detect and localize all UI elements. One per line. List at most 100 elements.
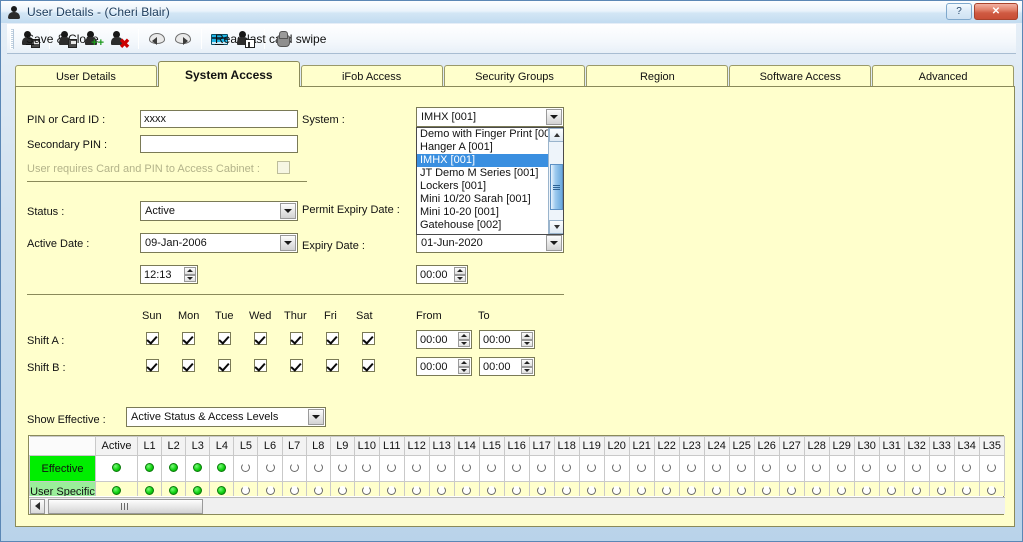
stepper-buttons[interactable] xyxy=(184,267,196,282)
access-cell[interactable] xyxy=(828,481,855,496)
access-dot[interactable] xyxy=(887,485,897,495)
read-last-card-swipe-button[interactable]: Read last card swipe xyxy=(207,27,326,51)
stepper-buttons[interactable] xyxy=(454,267,466,282)
access-cell[interactable] xyxy=(628,455,655,482)
access-cell[interactable] xyxy=(257,481,283,496)
access-cell[interactable] xyxy=(503,481,530,496)
shift-b-sun-checkbox[interactable] xyxy=(146,359,159,372)
stepper-buttons[interactable] xyxy=(458,332,470,347)
system-option-1[interactable]: Hanger A [001] xyxy=(417,141,563,154)
access-cell[interactable] xyxy=(94,455,139,482)
access-cell[interactable] xyxy=(553,455,580,482)
access-cell[interactable] xyxy=(305,481,331,496)
system-option-7[interactable]: Gatehouse [002] xyxy=(417,219,563,232)
shift-b-tue-checkbox[interactable] xyxy=(218,359,231,372)
access-dot[interactable] xyxy=(812,485,822,495)
access-dot[interactable] xyxy=(313,485,323,495)
shift-b-sat-checkbox[interactable] xyxy=(362,359,375,372)
access-dot[interactable] xyxy=(562,485,572,495)
access-dot[interactable] xyxy=(837,462,847,472)
scrollbar-thumb[interactable] xyxy=(48,498,203,514)
access-dot[interactable] xyxy=(145,462,155,472)
access-dot[interactable] xyxy=(362,485,372,495)
access-dot[interactable] xyxy=(537,485,547,495)
access-dot[interactable] xyxy=(687,485,697,495)
access-cell[interactable] xyxy=(281,481,307,496)
tab-system-access[interactable]: System Access xyxy=(157,61,300,87)
access-cell[interactable] xyxy=(428,481,455,496)
access-cell[interactable] xyxy=(753,481,780,496)
access-cell[interactable] xyxy=(903,481,930,496)
access-dot[interactable] xyxy=(265,462,275,472)
access-cell[interactable] xyxy=(233,481,259,496)
access-dot[interactable] xyxy=(217,462,227,472)
access-cell[interactable] xyxy=(878,455,905,482)
shift-b-thur-checkbox[interactable] xyxy=(290,359,303,372)
access-dot[interactable] xyxy=(637,462,647,472)
access-dot[interactable] xyxy=(787,485,797,495)
active-date-select[interactable]: 09-Jan-2006 xyxy=(140,233,298,253)
tab-advanced[interactable]: Advanced xyxy=(872,65,1015,87)
access-cell[interactable] xyxy=(678,455,705,482)
access-dot[interactable] xyxy=(612,462,622,472)
shift-b-to-stepper[interactable]: 00:00 xyxy=(479,357,535,376)
access-dot[interactable] xyxy=(862,485,872,495)
access-dot[interactable] xyxy=(712,485,722,495)
chevron-down-icon[interactable] xyxy=(308,409,324,425)
access-cell[interactable] xyxy=(978,481,1005,496)
grid-horizontal-scrollbar[interactable] xyxy=(29,497,1005,514)
access-cell[interactable] xyxy=(353,455,380,482)
access-dot[interactable] xyxy=(193,462,203,472)
access-dot[interactable] xyxy=(812,462,822,472)
shift-a-mon-checkbox[interactable] xyxy=(182,332,195,345)
access-cell[interactable] xyxy=(728,481,755,496)
access-cell[interactable] xyxy=(853,455,880,482)
access-dot[interactable] xyxy=(111,485,121,495)
shift-a-from-stepper[interactable]: 00:00 xyxy=(416,330,472,349)
access-cell[interactable] xyxy=(403,455,430,482)
access-cell[interactable] xyxy=(628,481,655,496)
scroll-down-icon[interactable] xyxy=(549,220,563,234)
show-effective-select[interactable]: Active Status & Access Levels xyxy=(126,407,326,427)
access-cell[interactable] xyxy=(185,481,211,496)
secondary-pin-input[interactable] xyxy=(140,135,298,153)
access-cell[interactable] xyxy=(378,481,405,496)
access-dot[interactable] xyxy=(241,485,251,495)
system-option-2[interactable]: IMHX [001] xyxy=(417,154,563,167)
delete-user-button[interactable]: ✖ xyxy=(107,27,133,51)
scroll-left-icon[interactable] xyxy=(30,498,45,514)
access-cell[interactable] xyxy=(329,455,355,482)
access-cell[interactable] xyxy=(528,481,555,496)
system-option-4[interactable]: Lockers [001] xyxy=(417,180,563,193)
access-cell[interactable] xyxy=(878,481,905,496)
access-cell[interactable] xyxy=(653,481,680,496)
chevron-down-icon[interactable] xyxy=(546,235,562,251)
access-dot[interactable] xyxy=(437,485,447,495)
access-dot[interactable] xyxy=(462,462,472,472)
access-dot[interactable] xyxy=(762,462,772,472)
chevron-down-icon[interactable] xyxy=(280,235,296,251)
access-dot[interactable] xyxy=(712,462,722,472)
access-dot[interactable] xyxy=(937,462,947,472)
access-dot[interactable] xyxy=(612,485,622,495)
access-dot[interactable] xyxy=(662,485,672,495)
shift-a-fri-checkbox[interactable] xyxy=(326,332,339,345)
access-dot[interactable] xyxy=(169,485,179,495)
access-dot[interactable] xyxy=(837,485,847,495)
access-cell[interactable] xyxy=(803,455,830,482)
tab-ifob-access[interactable]: iFob Access xyxy=(300,65,443,87)
access-dot[interactable] xyxy=(512,485,522,495)
access-cell[interactable] xyxy=(161,455,187,482)
access-cell[interactable] xyxy=(94,481,139,496)
chevron-down-icon[interactable] xyxy=(280,203,296,219)
access-cell[interactable] xyxy=(209,481,235,496)
access-cell[interactable] xyxy=(928,481,955,496)
access-cell[interactable] xyxy=(403,481,430,496)
scrollbar-thumb[interactable] xyxy=(550,164,563,210)
access-cell[interactable] xyxy=(503,455,530,482)
scroll-up-icon[interactable] xyxy=(549,128,563,142)
toolbar-grip[interactable] xyxy=(10,28,14,49)
shift-b-mon-checkbox[interactable] xyxy=(182,359,195,372)
access-dot[interactable] xyxy=(337,462,347,472)
shift-a-sat-checkbox[interactable] xyxy=(362,332,375,345)
